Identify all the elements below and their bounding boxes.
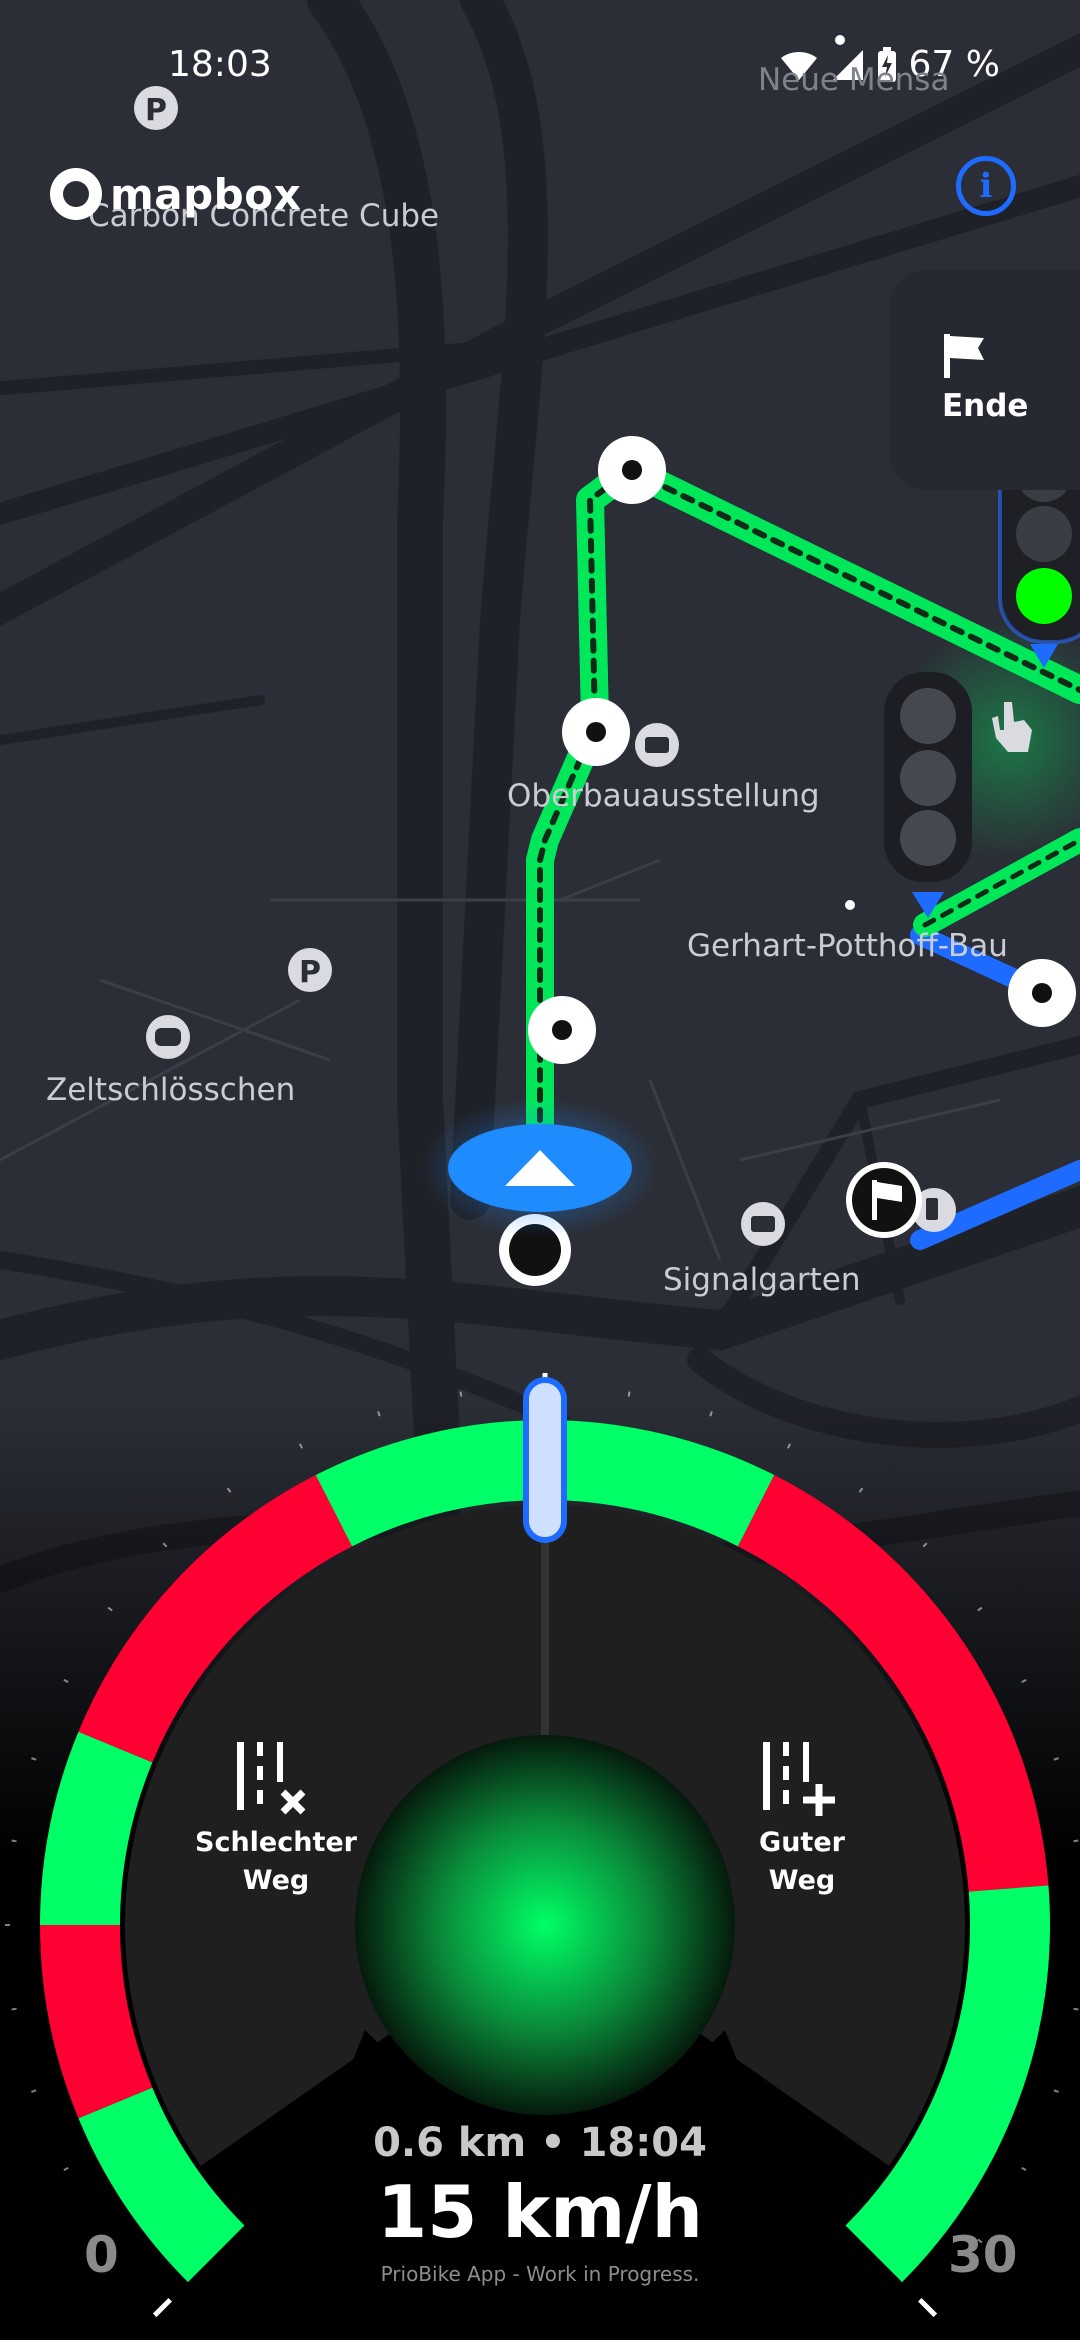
speed-tick [11, 2007, 17, 2011]
bad-path-label-line2: Weg [242, 1865, 310, 1896]
signal-indicator [355, 1735, 735, 2115]
flag-icon [944, 334, 984, 378]
map-label-signalgarten: Signalgarten [663, 1262, 861, 1298]
status-time: 18:03 [168, 44, 272, 85]
svg-text:P: P [299, 955, 321, 990]
map-label-gerhart-potthoff-bau: Gerhart-Potthoff-Bau [687, 928, 1008, 964]
ride-info-panel: 0.6 km • 18:04 15 km/h PrioBike App - Wo… [0, 2120, 1080, 2286]
user-location-puck [420, 1098, 660, 1238]
good-path-label-line2: Weg [768, 1865, 836, 1896]
current-speed: 15 km/h [377, 2170, 703, 2254]
speed-tick [11, 1839, 17, 1843]
destination-marker [846, 1162, 922, 1238]
speed-needle-handle [523, 1377, 567, 1543]
end-ride-button[interactable]: Ende [890, 270, 1080, 490]
good-path-icon [763, 1742, 835, 1816]
mapbox-logo[interactable]: mapbox [50, 168, 301, 220]
bad-path-icon [237, 1742, 306, 1815]
speed-tick [459, 1391, 463, 1397]
bad-path-button[interactable]: Schlechter Weg [186, 1740, 366, 1900]
bad-path-label-line1: Schlechter [195, 1827, 357, 1858]
good-path-button[interactable]: Guter Weg [712, 1740, 892, 1900]
good-path-label-line1: Guter [759, 1827, 845, 1858]
distance-eta: 0.6 km • 18:04 [373, 2120, 707, 2166]
end-ride-label: Ende [942, 388, 1029, 424]
mapbox-logo-text: mapbox [110, 169, 302, 219]
map-label-oberbauausstellung: Oberbauausstellung [507, 778, 820, 814]
map-label-zeltschloesschen: Zeltschlösschen [46, 1072, 296, 1108]
mapbox-logo-icon [50, 168, 102, 220]
info-icon: i [979, 166, 993, 206]
map-label-neue-mensa: Neue Mensa [758, 62, 950, 98]
speed-tick [1073, 1839, 1079, 1843]
speed-tick [627, 1391, 631, 1397]
footer-note: PrioBike App - Work in Progress. [380, 2262, 700, 2286]
info-button[interactable]: i [956, 156, 1016, 216]
speed-tick [1073, 2007, 1079, 2011]
